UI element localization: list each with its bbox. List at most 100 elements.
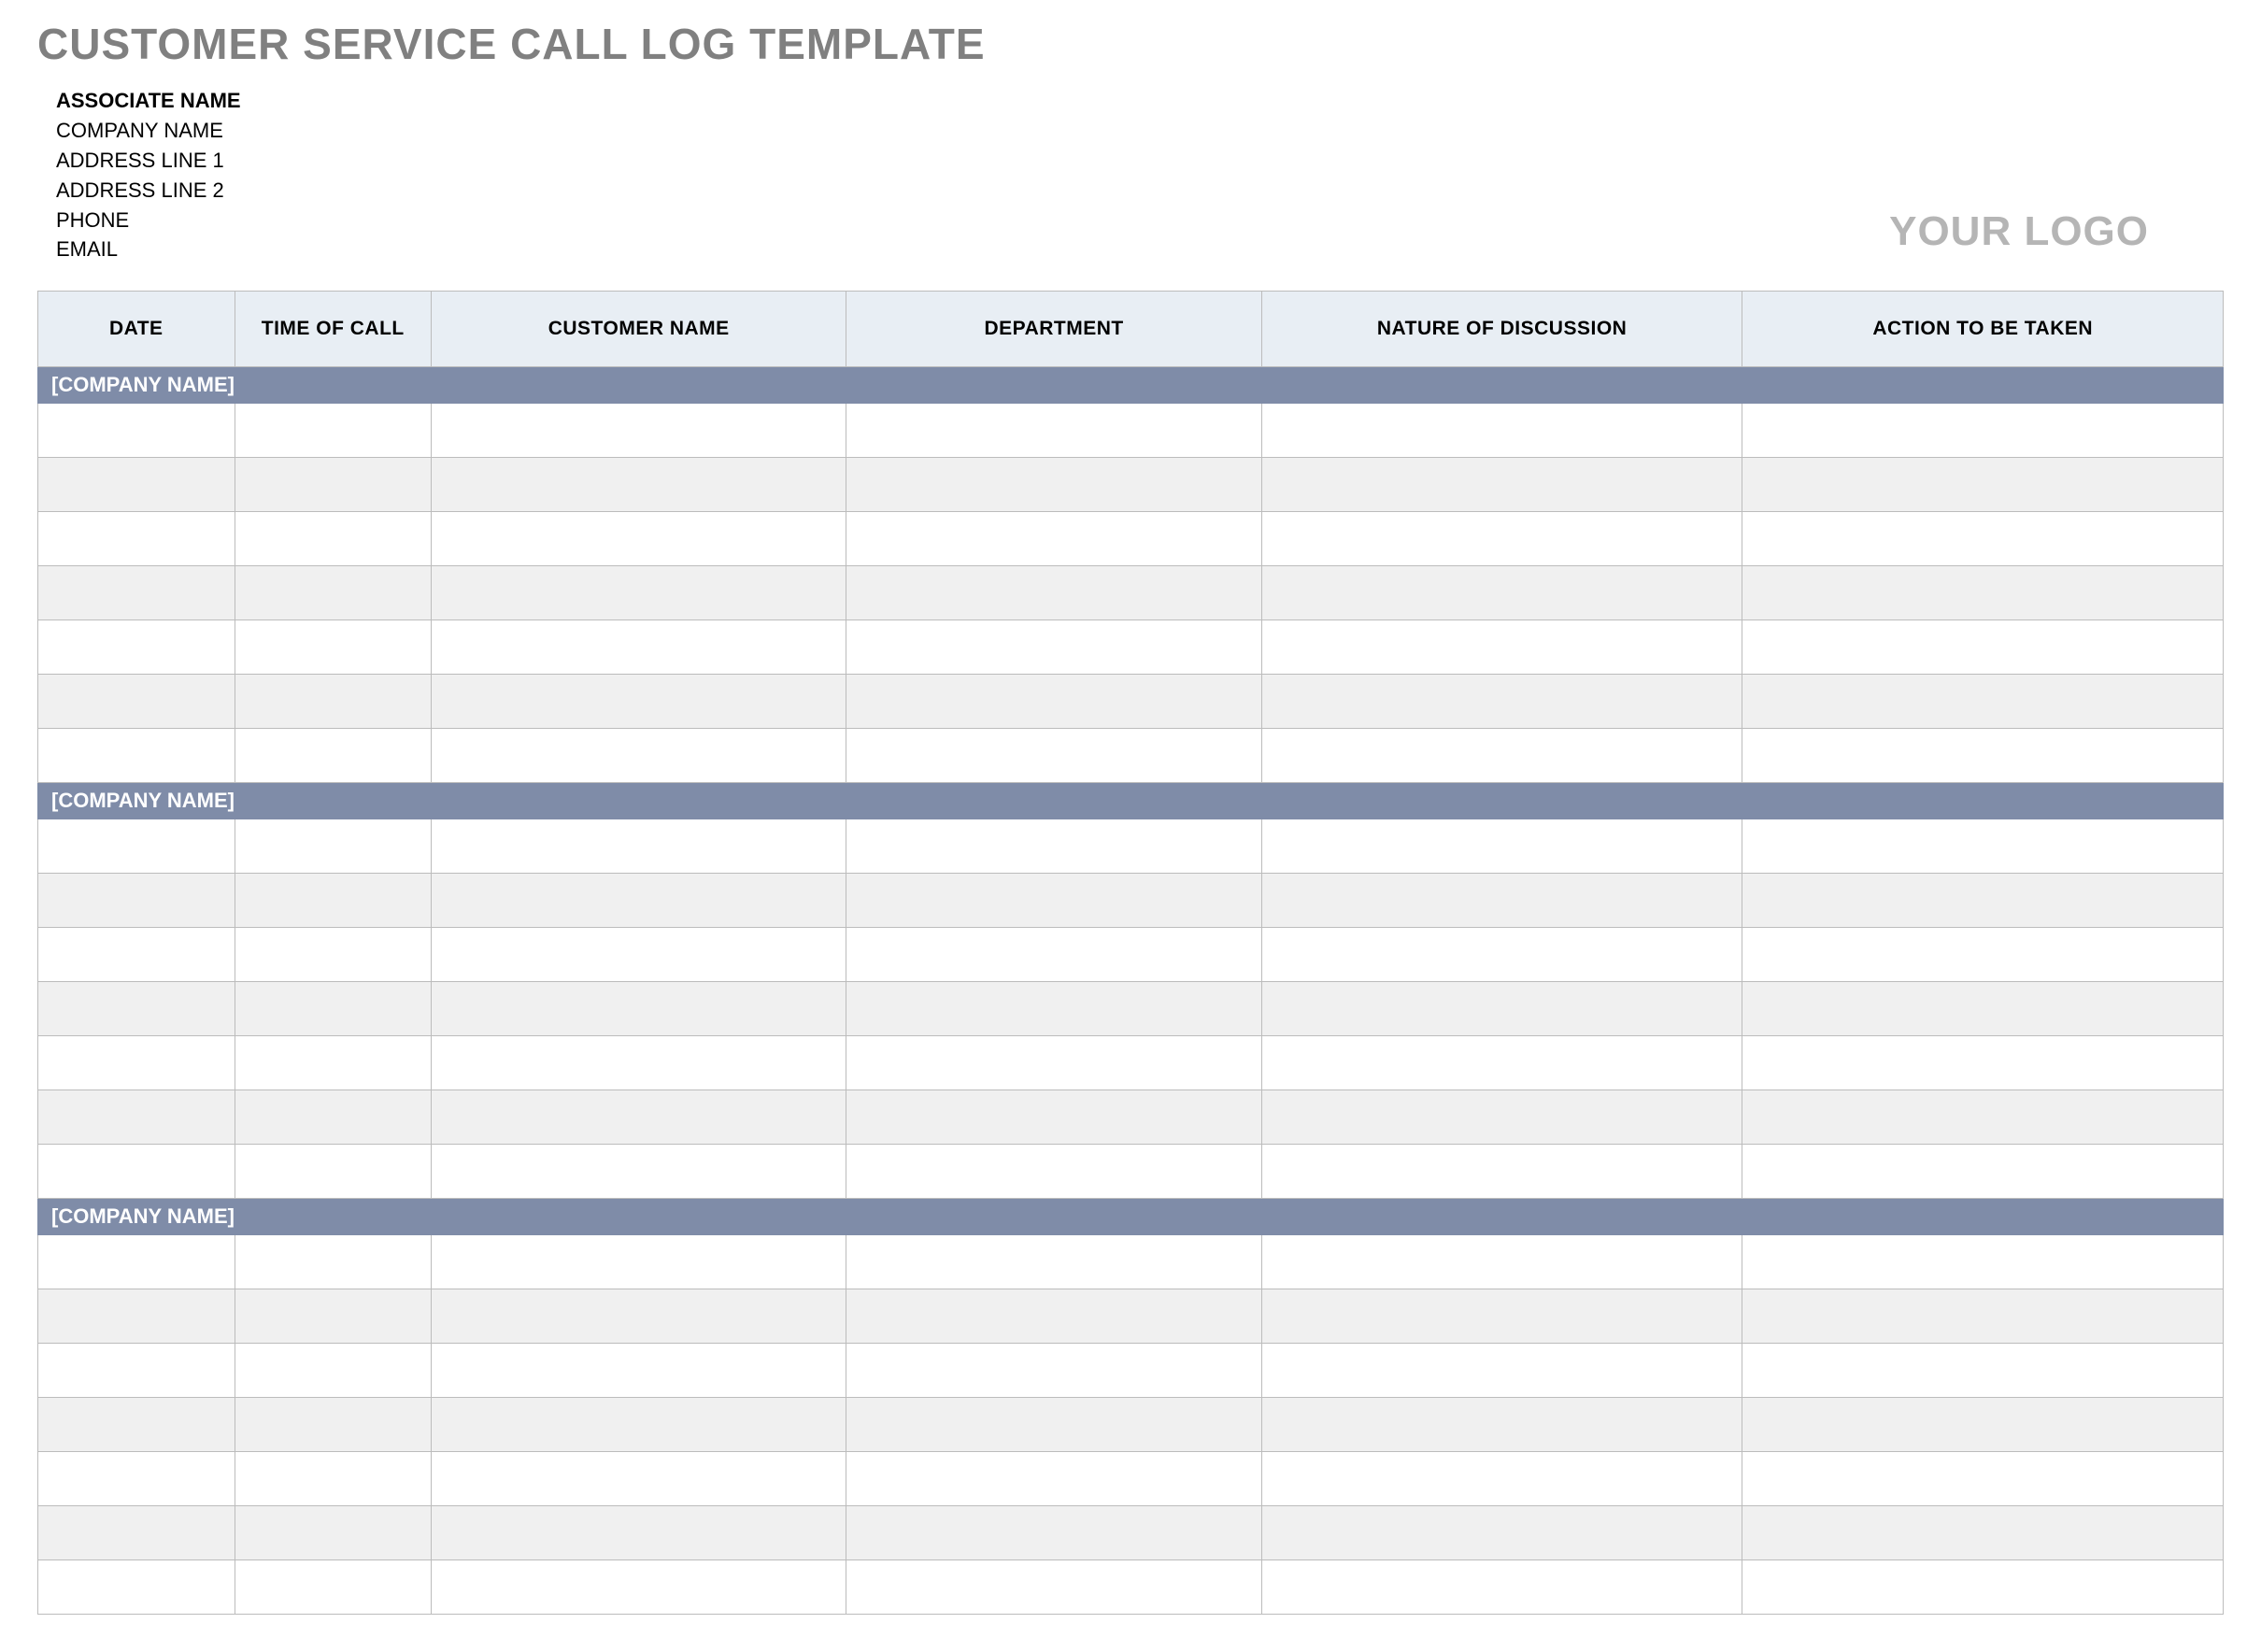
- cell-department[interactable]: [846, 819, 1261, 874]
- cell-customer-name[interactable]: [432, 1452, 846, 1506]
- cell-nature-of-discussion[interactable]: [1261, 982, 1742, 1036]
- cell-customer-name[interactable]: [432, 675, 846, 729]
- cell-nature-of-discussion[interactable]: [1261, 620, 1742, 675]
- cell-date[interactable]: [38, 1090, 235, 1145]
- cell-time-of-call[interactable]: [235, 1235, 432, 1289]
- cell-nature-of-discussion[interactable]: [1261, 1398, 1742, 1452]
- cell-nature-of-discussion[interactable]: [1261, 404, 1742, 458]
- cell-date[interactable]: [38, 1452, 235, 1506]
- cell-date[interactable]: [38, 1344, 235, 1398]
- cell-nature-of-discussion[interactable]: [1261, 1090, 1742, 1145]
- cell-action-to-be-taken[interactable]: [1742, 1145, 2224, 1199]
- cell-time-of-call[interactable]: [235, 1090, 432, 1145]
- cell-department[interactable]: [846, 566, 1261, 620]
- cell-date[interactable]: [38, 729, 235, 783]
- cell-date[interactable]: [38, 404, 235, 458]
- cell-department[interactable]: [846, 1090, 1261, 1145]
- cell-customer-name[interactable]: [432, 1090, 846, 1145]
- cell-action-to-be-taken[interactable]: [1742, 1344, 2224, 1398]
- cell-customer-name[interactable]: [432, 729, 846, 783]
- cell-nature-of-discussion[interactable]: [1261, 1506, 1742, 1560]
- cell-time-of-call[interactable]: [235, 1452, 432, 1506]
- cell-date[interactable]: [38, 982, 235, 1036]
- cell-nature-of-discussion[interactable]: [1261, 1452, 1742, 1506]
- cell-department[interactable]: [846, 928, 1261, 982]
- cell-customer-name[interactable]: [432, 1145, 846, 1199]
- cell-department[interactable]: [846, 512, 1261, 566]
- cell-department[interactable]: [846, 1289, 1261, 1344]
- cell-time-of-call[interactable]: [235, 874, 432, 928]
- cell-department[interactable]: [846, 874, 1261, 928]
- cell-customer-name[interactable]: [432, 1344, 846, 1398]
- cell-action-to-be-taken[interactable]: [1742, 729, 2224, 783]
- cell-nature-of-discussion[interactable]: [1261, 1235, 1742, 1289]
- cell-department[interactable]: [846, 1452, 1261, 1506]
- cell-time-of-call[interactable]: [235, 729, 432, 783]
- cell-date[interactable]: [38, 1560, 235, 1615]
- cell-time-of-call[interactable]: [235, 1506, 432, 1560]
- cell-action-to-be-taken[interactable]: [1742, 1235, 2224, 1289]
- cell-customer-name[interactable]: [432, 458, 846, 512]
- cell-department[interactable]: [846, 1506, 1261, 1560]
- cell-department[interactable]: [846, 729, 1261, 783]
- cell-action-to-be-taken[interactable]: [1742, 566, 2224, 620]
- cell-customer-name[interactable]: [432, 1289, 846, 1344]
- cell-nature-of-discussion[interactable]: [1261, 1344, 1742, 1398]
- cell-action-to-be-taken[interactable]: [1742, 512, 2224, 566]
- cell-nature-of-discussion[interactable]: [1261, 874, 1742, 928]
- cell-department[interactable]: [846, 1145, 1261, 1199]
- cell-department[interactable]: [846, 982, 1261, 1036]
- cell-action-to-be-taken[interactable]: [1742, 874, 2224, 928]
- cell-action-to-be-taken[interactable]: [1742, 620, 2224, 675]
- cell-time-of-call[interactable]: [235, 1398, 432, 1452]
- cell-customer-name[interactable]: [432, 1560, 846, 1615]
- cell-department[interactable]: [846, 404, 1261, 458]
- cell-department[interactable]: [846, 458, 1261, 512]
- cell-date[interactable]: [38, 1289, 235, 1344]
- cell-time-of-call[interactable]: [235, 1289, 432, 1344]
- cell-action-to-be-taken[interactable]: [1742, 819, 2224, 874]
- cell-time-of-call[interactable]: [235, 404, 432, 458]
- cell-time-of-call[interactable]: [235, 458, 432, 512]
- cell-date[interactable]: [38, 675, 235, 729]
- cell-customer-name[interactable]: [432, 1036, 846, 1090]
- cell-nature-of-discussion[interactable]: [1261, 928, 1742, 982]
- cell-time-of-call[interactable]: [235, 982, 432, 1036]
- cell-nature-of-discussion[interactable]: [1261, 566, 1742, 620]
- cell-customer-name[interactable]: [432, 512, 846, 566]
- cell-action-to-be-taken[interactable]: [1742, 675, 2224, 729]
- cell-customer-name[interactable]: [432, 1235, 846, 1289]
- cell-department[interactable]: [846, 1235, 1261, 1289]
- cell-date[interactable]: [38, 1036, 235, 1090]
- cell-nature-of-discussion[interactable]: [1261, 729, 1742, 783]
- cell-action-to-be-taken[interactable]: [1742, 404, 2224, 458]
- cell-department[interactable]: [846, 1344, 1261, 1398]
- cell-time-of-call[interactable]: [235, 620, 432, 675]
- cell-action-to-be-taken[interactable]: [1742, 458, 2224, 512]
- cell-date[interactable]: [38, 1398, 235, 1452]
- cell-customer-name[interactable]: [432, 1506, 846, 1560]
- cell-action-to-be-taken[interactable]: [1742, 982, 2224, 1036]
- cell-time-of-call[interactable]: [235, 928, 432, 982]
- cell-date[interactable]: [38, 1235, 235, 1289]
- cell-customer-name[interactable]: [432, 620, 846, 675]
- cell-department[interactable]: [846, 1560, 1261, 1615]
- cell-action-to-be-taken[interactable]: [1742, 1452, 2224, 1506]
- cell-nature-of-discussion[interactable]: [1261, 1560, 1742, 1615]
- cell-time-of-call[interactable]: [235, 1145, 432, 1199]
- cell-time-of-call[interactable]: [235, 566, 432, 620]
- cell-date[interactable]: [38, 819, 235, 874]
- cell-action-to-be-taken[interactable]: [1742, 1289, 2224, 1344]
- cell-time-of-call[interactable]: [235, 512, 432, 566]
- cell-action-to-be-taken[interactable]: [1742, 928, 2224, 982]
- cell-time-of-call[interactable]: [235, 819, 432, 874]
- cell-date[interactable]: [38, 928, 235, 982]
- cell-nature-of-discussion[interactable]: [1261, 819, 1742, 874]
- cell-customer-name[interactable]: [432, 982, 846, 1036]
- cell-department[interactable]: [846, 675, 1261, 729]
- cell-nature-of-discussion[interactable]: [1261, 1145, 1742, 1199]
- cell-customer-name[interactable]: [432, 928, 846, 982]
- cell-time-of-call[interactable]: [235, 1344, 432, 1398]
- cell-customer-name[interactable]: [432, 1398, 846, 1452]
- cell-action-to-be-taken[interactable]: [1742, 1506, 2224, 1560]
